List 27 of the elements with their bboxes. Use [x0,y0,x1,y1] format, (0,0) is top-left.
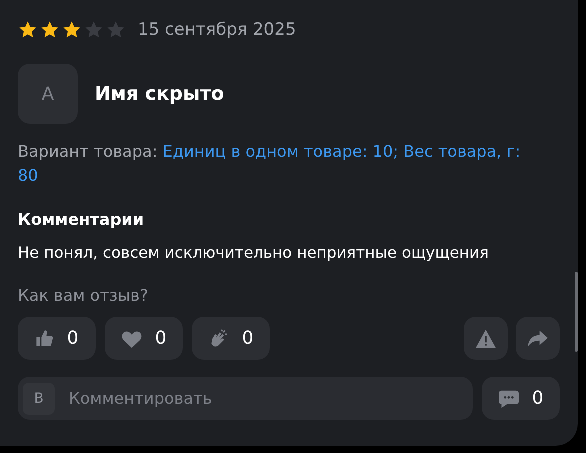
avatar: А [18,64,78,124]
star-icon [106,20,126,40]
warning-icon [475,328,497,348]
comment-field[interactable]: В Комментировать [18,377,473,420]
star-icon [40,20,60,40]
clap-button[interactable]: 0 [192,317,270,360]
product-variant: Вариант товара: Единиц в одном товаре: 10; Вес товара, г: 80 [18,141,522,187]
heart-button[interactable]: 0 [105,317,183,360]
like-button[interactable]: 0 [18,317,96,360]
report-button[interactable] [464,317,508,360]
review-date: 15 сентября 2025 [138,20,296,40]
chat-icon [498,388,520,408]
feedback-question: Как вам отзыв? [18,286,150,305]
star-icon [84,20,104,40]
comment-input[interactable]: Комментировать [67,388,468,409]
comments-button[interactable]: 0 [482,377,560,420]
share-button[interactable] [516,317,560,360]
thumbs-up-icon [35,328,56,348]
comments-heading: Комментарии [18,210,146,229]
scrollbar[interactable] [575,272,578,352]
share-icon [527,328,549,348]
review-text: Не понял, совсем исключительно неприятные ощущения [18,244,490,262]
user-avatar: В [23,382,55,414]
heart-icon [121,328,144,348]
star-icon [18,20,38,40]
star-icon [62,20,82,40]
author-name: Имя скрыто [95,83,224,105]
